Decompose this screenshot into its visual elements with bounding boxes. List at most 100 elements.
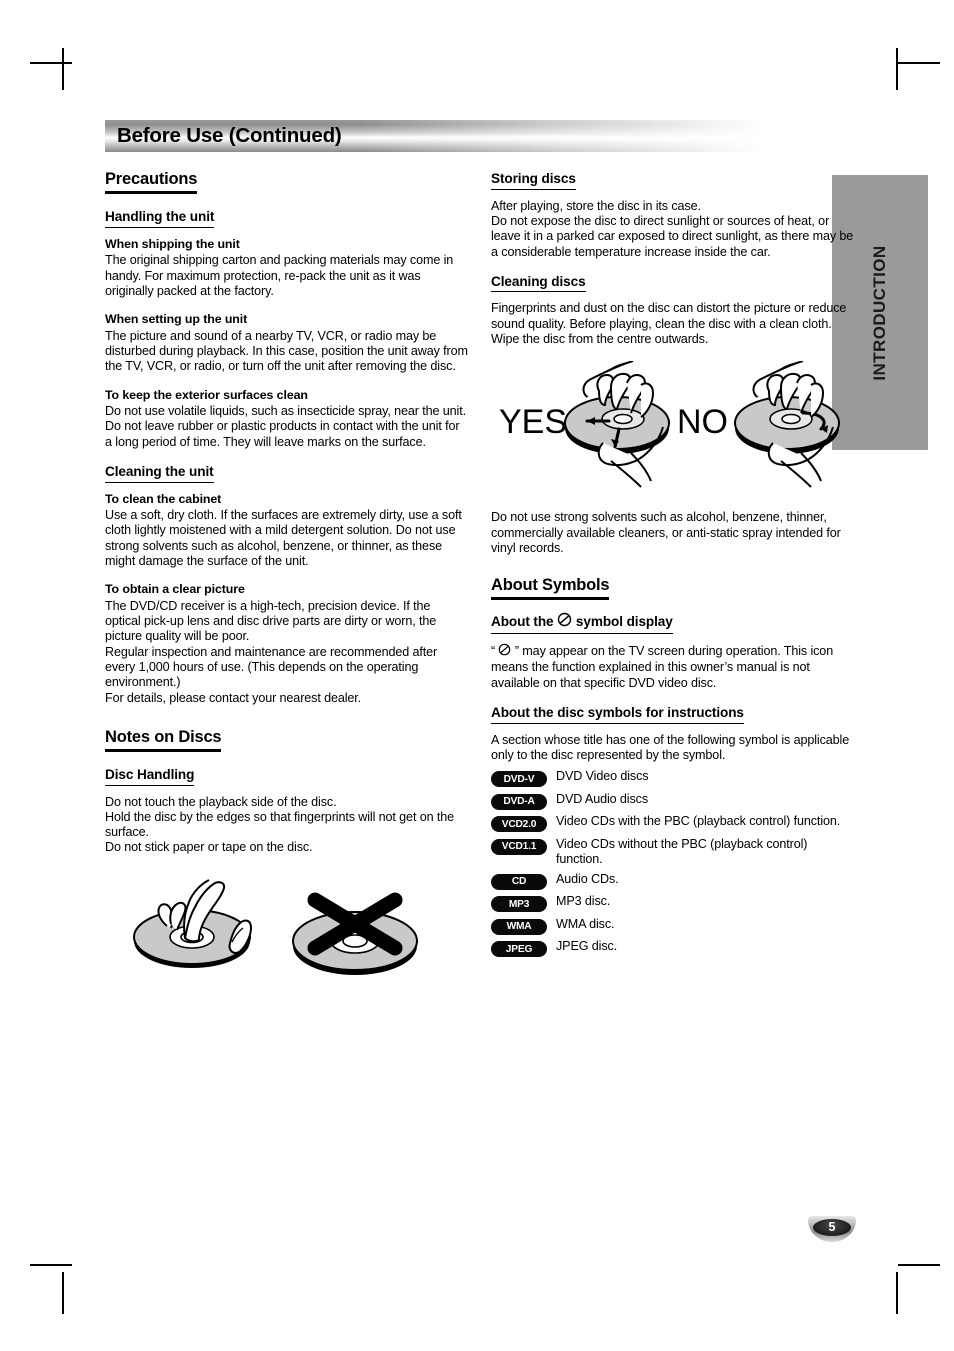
text-storing-discs-2: Do not expose the disc to direct sunligh…: [491, 213, 854, 259]
disc-wiping-illustration: YES NO: [491, 360, 857, 498]
page-number: 5: [828, 1220, 836, 1235]
page-title: Before Use (Continued): [117, 124, 342, 147]
crop-mark-top-right-vertical: [896, 48, 898, 90]
text-symbol-display: “ ” may appear on the TV screen during o…: [491, 643, 857, 691]
disc-symbol-description: WMA disc.: [556, 916, 615, 931]
yes-label: YES: [499, 403, 567, 441]
crop-mark-top-left-vertical: [62, 48, 64, 90]
disc-handling-illustration: [127, 878, 469, 988]
disc-symbol-description: DVD Video discs: [556, 769, 649, 784]
disc-symbol-badge: VCD2.0: [491, 816, 547, 833]
text-disc-handling-3: Do not stick paper or tape on the disc.: [105, 840, 313, 855]
subheading-when-shipping: When shipping the unit: [105, 236, 240, 251]
text-clear-picture-3: For details, please contact your nearest…: [105, 690, 362, 705]
right-column: Storing discs After playing, store the d…: [491, 170, 857, 988]
crop-mark-bottom-right-vertical: [896, 1272, 898, 1314]
no-label: NO: [677, 403, 728, 441]
disc-symbol-row: VCD1.1 Video CDs without the PBC (playbac…: [491, 837, 857, 868]
heading-cleaning-discs: Cleaning discs: [491, 274, 586, 293]
heading-about-symbols: About Symbols: [491, 576, 610, 601]
two-column-layout: Precautions Handling the unit When shipp…: [105, 170, 857, 988]
heading-text-before: About the: [491, 614, 554, 630]
section-tab-label: INTRODUCTION: [870, 244, 889, 381]
disc-symbol-badge: DVD-V: [491, 771, 547, 788]
disc-symbol-badge: WMA: [491, 918, 547, 935]
page-number-badge: 5: [808, 1216, 856, 1242]
heading-disc-handling: Disc Handling: [105, 767, 194, 786]
text-exterior-surfaces: Do not use volatile liquids, such as ins…: [105, 404, 466, 449]
heading-text-after: symbol display: [575, 614, 673, 630]
heading-handling-the-unit: Handling the unit: [105, 209, 214, 228]
disc-symbol-row: DVD-A DVD Audio discs: [491, 792, 857, 810]
page-content: Before Use (Continued) Precautions Handl…: [105, 120, 857, 988]
disc-symbols-heading-wrap: About the disc symbols for instructions: [491, 704, 857, 724]
disc-symbol-description: JPEG disc.: [556, 939, 618, 954]
subheading-exterior-surfaces: To keep the exterior surfaces clean: [105, 387, 308, 402]
precautions-heading-wrap: Precautions: [105, 170, 469, 195]
text-clear-picture-2: Regular inspection and maintenance are r…: [105, 644, 438, 690]
disc-symbol-badge: DVD-A: [491, 793, 547, 810]
text-disc-symbols-intro: A section whose title has one of the fol…: [491, 732, 850, 762]
illustration-do-not-stick-tape: [292, 892, 418, 975]
about-symbols-heading-wrap: About Symbols: [491, 576, 857, 601]
disc-symbol-badge: CD: [491, 873, 547, 890]
text-storing-discs-1: After playing, store the disc in its cas…: [491, 198, 701, 213]
disc-symbol-description: Video CDs without the PBC (playback cont…: [556, 836, 808, 866]
subheading-clear-picture: To obtain a clear picture: [105, 582, 245, 597]
notes-on-discs-heading-wrap: Notes on Discs: [105, 728, 469, 752]
prohibition-icon-inline: [498, 643, 511, 660]
heading-about-disc-symbols: About the disc symbols for instructions: [491, 705, 744, 724]
disc-symbol-description: DVD Audio discs: [556, 791, 648, 806]
heading-precautions: Precautions: [105, 170, 197, 195]
text-solvent-warning: Do not use strong solvents such as alcoh…: [491, 510, 841, 555]
quote-open: “: [491, 643, 496, 658]
cleaning-unit-heading-wrap: Cleaning the unit: [105, 463, 469, 483]
crop-mark-top-right-horizontal: [898, 62, 940, 64]
disc-symbol-row: MP3 MP3 disc.: [491, 894, 857, 913]
disc-symbol-list: DVD-V DVD Video discs DVD-A DVD Audio discs…: [491, 769, 857, 958]
heading-storing-discs: Storing discs: [491, 171, 576, 190]
text-disc-handling-2: Hold the disc by the edges so that finge…: [105, 809, 454, 840]
text-when-shipping: The original shipping carton and packing…: [105, 253, 454, 298]
cleaning-discs-heading-wrap: Cleaning discs: [491, 273, 857, 293]
text-clean-cabinet: Use a soft, dry cloth. If the surfaces a…: [105, 508, 462, 568]
disc-symbol-badge: VCD1.1: [491, 838, 547, 855]
handling-heading-wrap: Handling the unit: [105, 208, 469, 228]
left-column: Precautions Handling the unit When shipp…: [105, 170, 469, 988]
disc-symbol-row: WMA WMA disc.: [491, 917, 857, 935]
disc-handling-heading-wrap: Disc Handling: [105, 766, 469, 786]
disc-symbol-description: Audio CDs.: [556, 871, 619, 886]
heading-about-symbol-display: About the symbol display: [491, 612, 673, 634]
disc-symbol-badge: JPEG: [491, 941, 547, 958]
text-clear-picture-1: The DVD/CD receiver is a high-tech, prec…: [105, 598, 437, 644]
crop-mark-top-left-horizontal: [30, 62, 72, 64]
disc-symbol-row: JPEG JPEG disc.: [491, 939, 857, 958]
heading-cleaning-the-unit: Cleaning the unit: [105, 464, 214, 483]
symbol-display-heading-wrap: About the symbol display: [491, 612, 857, 634]
disc-symbol-row: DVD-V DVD Video discs: [491, 769, 857, 788]
subheading-when-setting-up: When setting up the unit: [105, 312, 248, 327]
wipe-no-group: NO: [677, 360, 840, 489]
wipe-yes-group: YES: [499, 360, 670, 489]
text-disc-handling-1: Do not touch the playback side of the di…: [105, 794, 337, 809]
illustration-hold-disc-correctly: [133, 878, 253, 968]
subheading-clean-cabinet: To clean the cabinet: [105, 491, 222, 506]
page-header-bar: Before Use (Continued): [105, 120, 855, 152]
heading-notes-on-discs: Notes on Discs: [105, 728, 222, 752]
crop-mark-bottom-left-vertical: [62, 1272, 64, 1314]
disc-symbol-row: VCD2.0 Video CDs with the PBC (playback c…: [491, 814, 857, 833]
crop-mark-bottom-right-horizontal: [898, 1264, 940, 1266]
crop-mark-bottom-left-horizontal: [30, 1264, 72, 1266]
disc-symbol-row: CD Audio CDs.: [491, 872, 857, 890]
text-when-setting-up: The picture and sound of a nearby TV, VC…: [105, 328, 468, 374]
storing-discs-heading-wrap: Storing discs: [491, 170, 857, 190]
disc-symbol-description: MP3 disc.: [556, 894, 611, 909]
